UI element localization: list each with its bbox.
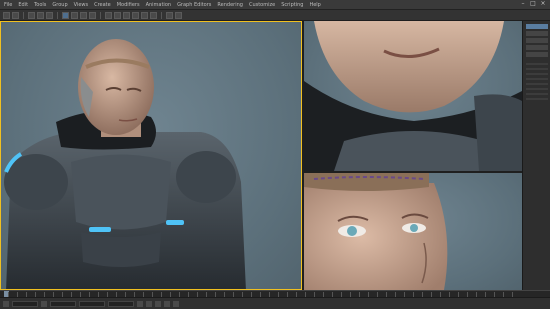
toolbar-divider bbox=[23, 11, 24, 19]
menu-graph-editors[interactable]: Graph Editors bbox=[177, 2, 211, 8]
mirror-icon[interactable] bbox=[114, 11, 121, 19]
menu-edit[interactable]: Edit bbox=[18, 2, 28, 8]
toolbar-divider bbox=[161, 11, 162, 19]
display-tab-icon[interactable] bbox=[526, 52, 548, 57]
rotate-icon[interactable] bbox=[80, 11, 87, 19]
toolbar-divider bbox=[57, 11, 58, 19]
modify-tab-icon[interactable] bbox=[526, 31, 548, 36]
orbit-icon[interactable] bbox=[173, 300, 179, 307]
render-setup-icon[interactable] bbox=[166, 11, 173, 19]
close-icon[interactable]: × bbox=[540, 1, 546, 7]
minimize-icon[interactable]: – bbox=[520, 1, 526, 7]
script-listener-icon[interactable] bbox=[3, 300, 9, 307]
viewport-left[interactable] bbox=[304, 173, 522, 290]
command-panel-tabs bbox=[523, 21, 550, 60]
move-icon[interactable] bbox=[71, 11, 78, 19]
y-coordinate-field[interactable] bbox=[79, 300, 105, 307]
rollout-row[interactable] bbox=[526, 88, 548, 90]
menu-rendering[interactable]: Rendering bbox=[217, 2, 243, 8]
command-panel bbox=[522, 21, 550, 290]
menu-views[interactable]: Views bbox=[74, 2, 88, 8]
character-render bbox=[4, 39, 246, 289]
play-icon[interactable] bbox=[137, 300, 143, 307]
menu-animation[interactable]: Animation bbox=[146, 2, 172, 8]
menu-modifiers[interactable]: Modifiers bbox=[117, 2, 140, 8]
lock-icon[interactable] bbox=[41, 300, 47, 307]
zoom-icon[interactable] bbox=[155, 300, 161, 307]
redo-icon[interactable] bbox=[12, 11, 19, 19]
chin-closeup-render bbox=[304, 21, 522, 171]
status-bar bbox=[0, 297, 550, 309]
snap-icon[interactable] bbox=[105, 11, 112, 19]
rollout-row[interactable] bbox=[526, 68, 548, 70]
menu-customize[interactable]: Customize bbox=[249, 2, 275, 8]
bind-icon[interactable] bbox=[46, 11, 53, 19]
menu-group[interactable]: Group bbox=[52, 2, 67, 8]
viewport-perspective[interactable] bbox=[0, 21, 302, 290]
rollout-row[interactable] bbox=[526, 83, 548, 85]
rollout-row[interactable] bbox=[526, 93, 548, 95]
rollout-row[interactable] bbox=[526, 78, 548, 80]
rollout-row[interactable] bbox=[526, 63, 548, 65]
menu-scripting[interactable]: Scripting bbox=[281, 2, 303, 8]
x-coordinate-field[interactable] bbox=[50, 300, 76, 307]
window-controls: – □ × bbox=[520, 1, 546, 7]
key-icon[interactable] bbox=[146, 300, 152, 307]
select-icon[interactable] bbox=[62, 11, 69, 19]
menu-bar: File Edit Tools Group Views Create Modif… bbox=[0, 0, 550, 10]
create-tab-icon[interactable] bbox=[526, 24, 548, 29]
z-coordinate-field[interactable] bbox=[108, 300, 134, 307]
rollout-row[interactable] bbox=[526, 73, 548, 75]
render-icon[interactable] bbox=[175, 11, 182, 19]
maxscript-input[interactable] bbox=[12, 300, 38, 307]
menu-file[interactable]: File bbox=[4, 2, 12, 8]
align-icon[interactable] bbox=[123, 11, 130, 19]
material-icon[interactable] bbox=[150, 11, 157, 19]
hierarchy-tab-icon[interactable] bbox=[526, 38, 548, 43]
rollout-row[interactable] bbox=[526, 98, 548, 100]
curve-icon[interactable] bbox=[141, 11, 148, 19]
toolbar-divider bbox=[100, 11, 101, 19]
scale-icon[interactable] bbox=[89, 11, 96, 19]
link-icon[interactable] bbox=[28, 11, 35, 19]
undo-icon[interactable] bbox=[3, 11, 10, 19]
main-toolbar bbox=[0, 10, 550, 21]
maximize-icon[interactable]: □ bbox=[530, 1, 536, 7]
layer-icon[interactable] bbox=[132, 11, 139, 19]
unlink-icon[interactable] bbox=[37, 11, 44, 19]
pan-icon[interactable] bbox=[164, 300, 170, 307]
menu-create[interactable]: Create bbox=[94, 2, 111, 8]
motion-tab-icon[interactable] bbox=[526, 45, 548, 50]
menu-help[interactable]: Help bbox=[309, 2, 320, 8]
viewport-front[interactable] bbox=[304, 21, 522, 171]
viewport-area bbox=[0, 21, 522, 290]
eyes-closeup-render bbox=[304, 173, 448, 290]
menu-tools[interactable]: Tools bbox=[34, 2, 46, 8]
